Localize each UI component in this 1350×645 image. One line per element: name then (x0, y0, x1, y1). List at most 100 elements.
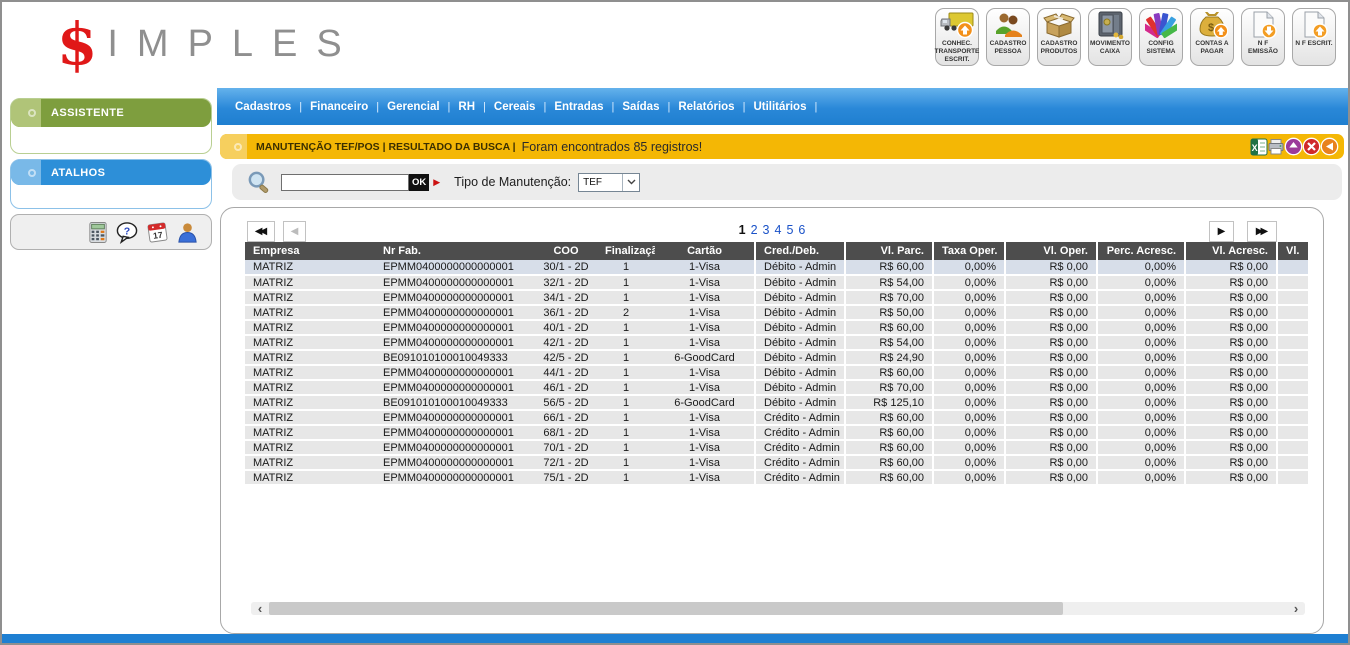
table-row[interactable]: MATRIZEPMM040000000000000168/1 - 2D11-Vi… (245, 425, 1308, 440)
sidebar-header-assistente[interactable]: ASSISTENTE (11, 99, 211, 127)
cell: 1 (597, 425, 655, 440)
scroll-left-button[interactable]: ‹ (251, 602, 269, 615)
toolbar-button-contas-a-pagar[interactable]: $ CONTAS A PAGAR (1190, 8, 1234, 66)
menu-item-0[interactable]: Cadastros (235, 101, 291, 113)
table-row[interactable]: MATRIZEPMM040000000000000134/1 - 2D11-Vi… (245, 290, 1308, 305)
page-number-6[interactable]: 6 (798, 223, 805, 237)
purple-up-icon[interactable] (1284, 137, 1303, 156)
search-input[interactable] (281, 174, 409, 191)
page-number-1[interactable]: 1 (739, 223, 746, 237)
calendar-icon[interactable]: 17 (146, 221, 169, 244)
user-icon[interactable] (176, 221, 199, 244)
excel-icon[interactable]: X (1250, 138, 1268, 156)
column-header-9[interactable]: Perc. Acresc. (1097, 242, 1185, 260)
scrollbar-thumb[interactable] (269, 602, 1063, 615)
cell: R$ 60,00 (845, 455, 933, 470)
table-row[interactable]: MATRIZEPMM040000000000000136/1 - 2D21-Vi… (245, 305, 1308, 320)
menu-item-1[interactable]: Financeiro (310, 101, 368, 113)
document-down-icon (1247, 11, 1279, 39)
table-row[interactable]: MATRIZEPMM040000000000000170/1 - 2D11-Vi… (245, 440, 1308, 455)
table-row[interactable]: MATRIZEPMM040000000000000144/1 - 2D11-Vi… (245, 365, 1308, 380)
column-header-5[interactable]: Cred./Deb. (755, 242, 845, 260)
menu-item-6[interactable]: Saídas (622, 101, 659, 113)
cell (1277, 440, 1308, 455)
ok-button[interactable]: OK (409, 174, 429, 191)
cell: Débito - Admin (755, 380, 845, 395)
cell: R$ 0,00 (1185, 320, 1277, 335)
cell: EPMM0400000000000001 (375, 425, 535, 440)
menu-item-7[interactable]: Relatórios (678, 101, 734, 113)
sidebar-quickbar: ? 17 (10, 214, 212, 250)
column-header-7[interactable]: Taxa Oper. (933, 242, 1005, 260)
table-row[interactable]: MATRIZBE09101010001004933342/5 - 2D16-Go… (245, 350, 1308, 365)
column-header-3[interactable]: Finalização (597, 242, 655, 260)
cell: 0,00% (1097, 440, 1185, 455)
column-header-4[interactable]: Cartão (655, 242, 755, 260)
toolbar-button-conhec-transporte[interactable]: CONHEC. TRANSPORTE ESCRIT. (935, 8, 979, 66)
toolbar-button-nf-emissao[interactable]: N F EMISSÃO (1241, 8, 1285, 66)
last-page-button[interactable]: ▶▶ (1247, 221, 1277, 242)
toolbar-button-nf-escrituracao[interactable]: N F ESCRIT. (1292, 8, 1336, 66)
toolbar-button-config-sistema[interactable]: CONFIG SISTEMA (1139, 8, 1183, 66)
table-row[interactable]: MATRIZEPMM040000000000000175/1 - 2D11-Vi… (245, 470, 1308, 485)
column-header-8[interactable]: Vl. Oper. (1005, 242, 1097, 260)
cell: R$ 0,00 (1185, 335, 1277, 350)
cell: EPMM0400000000000001 (375, 410, 535, 425)
table-row[interactable]: MATRIZEPMM040000000000000142/1 - 2D11-Vi… (245, 335, 1308, 350)
column-header-11[interactable]: Vl. (1277, 242, 1308, 260)
page-number-5[interactable]: 5 (786, 223, 793, 237)
cell: 0,00% (933, 455, 1005, 470)
page-number-3[interactable]: 3 (763, 223, 770, 237)
cell: 0,00% (933, 275, 1005, 290)
menu-item-8[interactable]: Utilitários (753, 101, 806, 113)
column-header-2[interactable]: COO (535, 242, 597, 260)
cell: 1-Visa (655, 320, 755, 335)
cell: MATRIZ (245, 440, 375, 455)
page-number-2[interactable]: 2 (751, 223, 758, 237)
column-header-1[interactable]: Nr Fab. (375, 242, 535, 260)
table-row[interactable]: MATRIZEPMM040000000000000130/1 - 2D11-Vi… (245, 260, 1308, 275)
results-panel: ◀◀ ◀ 123456 ▶ ▶▶ EmpresaNr Fab.COOFinali… (220, 207, 1324, 634)
table-row[interactable]: MATRIZEPMM040000000000000172/1 - 2D11-Vi… (245, 455, 1308, 470)
column-header-0[interactable]: Empresa (245, 242, 375, 260)
toolbar-button-cadastro-pessoa[interactable]: CADASTRO PESSOA (986, 8, 1030, 66)
toolbar-button-cadastro-produtos[interactable]: CADASTRO PRODUTOS (1037, 8, 1081, 66)
cell: 0,00% (933, 395, 1005, 410)
table-row[interactable]: MATRIZEPMM040000000000000166/1 - 2D11-Vi… (245, 410, 1308, 425)
cell: R$ 60,00 (845, 425, 933, 440)
cell: 0,00% (933, 290, 1005, 305)
tipo-manutencao-select[interactable]: TEF (578, 173, 640, 192)
cell: R$ 0,00 (1005, 275, 1097, 290)
menu-item-4[interactable]: Cereais (494, 101, 536, 113)
cell: 1 (597, 380, 655, 395)
cell: 46/1 - 2D (535, 380, 597, 395)
toolbar-button-movimento-caixa[interactable]: MOVIMENTO CAIXA (1088, 8, 1132, 66)
cell: R$ 54,00 (845, 275, 933, 290)
table-row[interactable]: MATRIZBE09101010001004933356/5 - 2D16-Go… (245, 395, 1308, 410)
help-icon[interactable]: ? (115, 221, 139, 244)
page-number-4[interactable]: 4 (775, 223, 782, 237)
scrollbar-track[interactable] (269, 602, 1287, 615)
menu-item-3[interactable]: RH (458, 101, 475, 113)
cell: 6-GoodCard (655, 395, 755, 410)
table-row[interactable]: MATRIZEPMM040000000000000140/1 - 2D11-Vi… (245, 320, 1308, 335)
column-header-10[interactable]: Vl. Acresc. (1185, 242, 1277, 260)
cell: MATRIZ (245, 380, 375, 395)
table-row[interactable]: MATRIZEPMM040000000000000132/1 - 2D11-Vi… (245, 275, 1308, 290)
people-icon (993, 11, 1023, 39)
toolbar-button-label: CADASTRO PRODUTOS (1038, 40, 1080, 56)
column-header-6[interactable]: Vl. Parc. (845, 242, 933, 260)
printer-icon[interactable] (1267, 138, 1285, 156)
cell: Débito - Admin (755, 365, 845, 380)
menu-item-2[interactable]: Gerencial (387, 101, 439, 113)
menu-separator: | (448, 101, 451, 113)
menu-item-5[interactable]: Entradas (554, 101, 603, 113)
calculator-icon[interactable] (88, 221, 108, 244)
cell: R$ 0,00 (1185, 395, 1277, 410)
table-row[interactable]: MATRIZEPMM040000000000000146/1 - 2D11-Vi… (245, 380, 1308, 395)
next-page-button[interactable]: ▶ (1209, 221, 1234, 242)
sidebar-header-atalhos[interactable]: ATALHOS (11, 160, 211, 185)
scroll-right-button[interactable]: › (1287, 602, 1305, 615)
close-icon[interactable] (1302, 137, 1321, 156)
back-icon[interactable] (1320, 137, 1339, 156)
